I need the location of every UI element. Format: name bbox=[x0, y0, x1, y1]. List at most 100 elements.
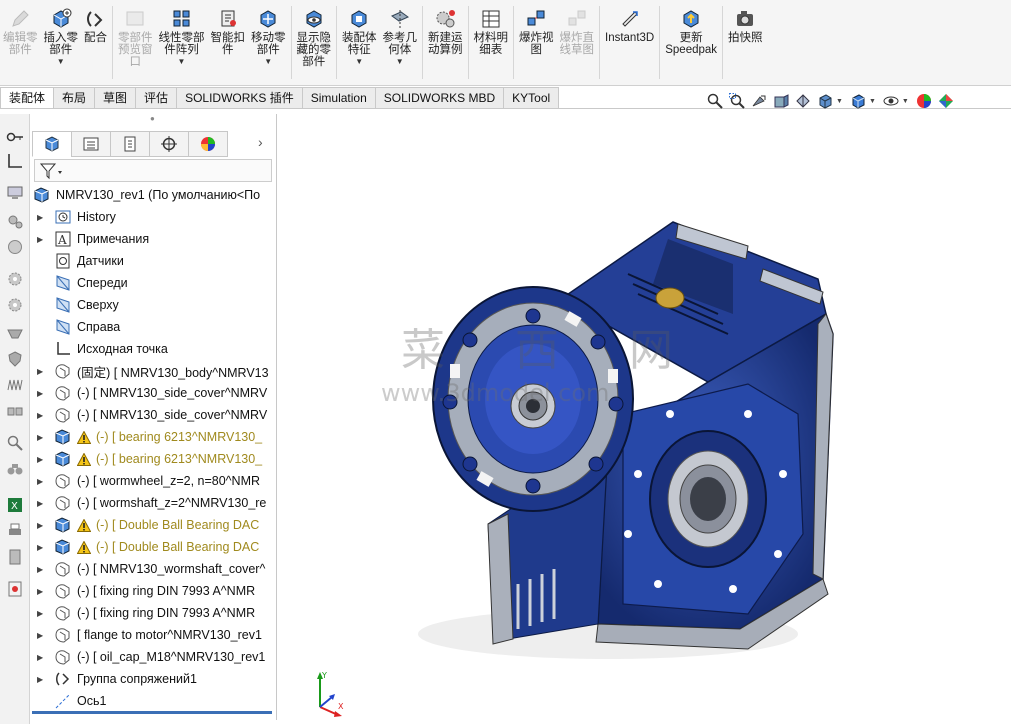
tree-item[interactable]: ▶ A Примечания bbox=[30, 228, 276, 250]
filter-icon[interactable] bbox=[39, 161, 65, 181]
chevron-down-icon[interactable]: ▼ bbox=[869, 98, 876, 105]
tree-item[interactable]: Датчики bbox=[30, 250, 276, 272]
edit-component-button[interactable]: 编辑零 部件 bbox=[0, 0, 41, 85]
tree-item[interactable]: ▶ History bbox=[30, 206, 276, 228]
tab-1[interactable]: 布局 bbox=[53, 87, 96, 108]
panel-grip[interactable]: ● bbox=[150, 114, 155, 123]
section-view-icon[interactable] bbox=[772, 92, 790, 110]
tree-item[interactable]: Ось1 bbox=[30, 690, 276, 712]
expand-arrow-icon[interactable]: ▶ bbox=[37, 477, 47, 486]
gears-icon[interactable] bbox=[6, 212, 24, 230]
tree-item[interactable]: ▶ (-) [ Double Ball Bearing DAC bbox=[30, 514, 276, 536]
expand-arrow-icon[interactable]: ▶ bbox=[37, 609, 47, 618]
tree-item[interactable]: ▶ (-) [ NMRV130_side_cover^NMRV bbox=[30, 382, 276, 404]
new-motion-study-button[interactable]: 新建运 动算例 bbox=[425, 0, 466, 85]
update-speedpak-button[interactable]: 更新 Speedpak bbox=[662, 0, 720, 85]
tree-item[interactable]: ▶ (-) [ wormshaft_z=2^NMRV130_re bbox=[30, 492, 276, 514]
chevron-down-icon[interactable]: ▼ bbox=[902, 98, 909, 105]
spring-icon[interactable] bbox=[6, 376, 24, 394]
tab-3[interactable]: 评估 bbox=[135, 87, 178, 108]
excel-icon[interactable]: X bbox=[6, 496, 24, 514]
zoom-to-fit-icon[interactable] bbox=[706, 92, 724, 110]
apply-scene-icon[interactable] bbox=[937, 92, 955, 110]
chevron-down-icon[interactable]: ▼ bbox=[396, 57, 404, 66]
tree-item[interactable]: ▶ (-) [ fixing ring DIN 7993 A^NMR bbox=[30, 580, 276, 602]
calculator-icon[interactable] bbox=[6, 548, 24, 566]
tree-root[interactable]: NMRV130_rev1 (По умолчанию<По bbox=[30, 184, 276, 206]
chevron-down-icon[interactable]: ▼ bbox=[355, 57, 363, 66]
tree-item[interactable]: Сверху bbox=[30, 294, 276, 316]
tab-7[interactable]: KYTool bbox=[503, 87, 560, 108]
tab-0[interactable]: 装配体 bbox=[0, 87, 55, 109]
tree-item[interactable]: Исходная точка bbox=[30, 338, 276, 360]
chevron-down-icon[interactable]: ▼ bbox=[836, 98, 843, 105]
display-style-icon[interactable] bbox=[849, 92, 867, 110]
instant3d-button[interactable]: Instant3D bbox=[602, 0, 657, 85]
key-icon[interactable] bbox=[6, 128, 24, 146]
tab-4[interactable]: SOLIDWORKS 插件 bbox=[176, 87, 303, 108]
graphics-area[interactable]: 菜 西 网 www.3dmodel.com Y X bbox=[278, 114, 1011, 724]
configuration-manager-tab[interactable] bbox=[110, 131, 150, 157]
edit-appearance-icon[interactable] bbox=[915, 92, 933, 110]
hide-show-items-icon[interactable] bbox=[882, 92, 900, 110]
tree-item[interactable]: ▶ (固定) [ NMRV130_body^NMRV13 bbox=[30, 360, 276, 382]
chevron-down-icon[interactable]: ▼ bbox=[264, 57, 272, 66]
reference-geometry-button[interactable]: 参考几 何体 ▼ bbox=[380, 0, 421, 85]
property-manager-tab[interactable] bbox=[71, 131, 111, 157]
binoculars-icon[interactable] bbox=[6, 460, 24, 478]
component-preview-button[interactable]: 零部件 预览窗 口 bbox=[115, 0, 156, 85]
feature-manager-tab[interactable] bbox=[32, 131, 72, 157]
zoom-to-area-icon[interactable] bbox=[728, 92, 746, 110]
expand-arrow-icon[interactable]: ▶ bbox=[37, 499, 47, 508]
ruler-icon[interactable] bbox=[6, 152, 24, 170]
tree-item[interactable]: ▶ (-) [ bearing 6213^NMRV130_ bbox=[30, 448, 276, 470]
bowl-icon[interactable] bbox=[6, 324, 24, 342]
expand-arrow-icon[interactable]: ▶ bbox=[37, 455, 47, 464]
previous-view-icon[interactable] bbox=[750, 92, 768, 110]
monitor-icon[interactable] bbox=[6, 184, 24, 202]
expand-arrow-icon[interactable]: ▶ bbox=[37, 389, 47, 398]
tree-item[interactable]: Справа bbox=[30, 316, 276, 338]
tree-item[interactable]: ▶ Группа сопряжений1 bbox=[30, 668, 276, 690]
reference-triad[interactable]: Y X bbox=[308, 669, 348, 719]
smart-fasteners-button[interactable]: 智能扣 件 bbox=[208, 0, 249, 85]
expand-arrow-icon[interactable]: ▶ bbox=[37, 433, 47, 442]
tree-item[interactable]: ▶ (-) [ Double Ball Bearing DAC bbox=[30, 536, 276, 558]
dimxpert-manager-tab[interactable] bbox=[149, 131, 189, 157]
expand-arrow-icon[interactable]: ▶ bbox=[37, 521, 47, 530]
globe-icon[interactable] bbox=[6, 238, 24, 256]
insert-component-button[interactable]: 插入零 部件 ▼ bbox=[41, 0, 82, 85]
tree-item[interactable]: Спереди bbox=[30, 272, 276, 294]
move-component-button[interactable]: 移动零 部件 ▼ bbox=[248, 0, 289, 85]
report-icon[interactable] bbox=[6, 580, 24, 598]
tree-item[interactable]: ▶ (-) [ NMRV130_side_cover^NMRV bbox=[30, 404, 276, 426]
tree-item[interactable]: ▶ (-) [ bearing 6213^NMRV130_ bbox=[30, 426, 276, 448]
search-icon[interactable] bbox=[6, 434, 24, 452]
mate-button[interactable]: 配合 bbox=[81, 0, 110, 85]
chevron-right-icon[interactable]: › bbox=[258, 134, 263, 150]
expand-arrow-icon[interactable]: ▶ bbox=[37, 653, 47, 662]
tree-item[interactable]: ▶ [ flange to motor^NMRV130_rev1 bbox=[30, 624, 276, 646]
gearbox-model[interactable] bbox=[278, 114, 1011, 724]
tree-filter[interactable] bbox=[34, 159, 272, 182]
tree-item[interactable]: ▶ (-) [ fixing ring DIN 7993 A^NMR bbox=[30, 602, 276, 624]
view-orientation-icon[interactable] bbox=[816, 92, 834, 110]
bill-of-materials-button[interactable]: 材料明 细表 bbox=[471, 0, 512, 85]
chevron-down-icon[interactable]: ▼ bbox=[57, 57, 65, 66]
linear-pattern-button[interactable]: 线性零部 件阵列 ▼ bbox=[156, 0, 208, 85]
tab-6[interactable]: SOLIDWORKS MBD bbox=[374, 87, 505, 108]
printer-icon[interactable] bbox=[6, 522, 24, 540]
assembly-features-button[interactable]: 装配体 特征 ▼ bbox=[339, 0, 380, 85]
expand-arrow-icon[interactable]: ▶ bbox=[37, 411, 47, 420]
expand-arrow-icon[interactable]: ▶ bbox=[37, 367, 47, 376]
tree-item[interactable]: ▶ (-) [ wormwheel_z=2, n=80^NMR bbox=[30, 470, 276, 492]
expand-arrow-icon[interactable]: ▶ bbox=[37, 565, 47, 574]
shield-icon[interactable] bbox=[6, 350, 24, 368]
coupling-icon[interactable] bbox=[6, 402, 24, 420]
expand-arrow-icon[interactable]: ▶ bbox=[37, 543, 47, 552]
display-manager-tab[interactable] bbox=[188, 131, 228, 157]
snapshot-button[interactable]: 拍快照 bbox=[725, 0, 766, 85]
cog-icon[interactable] bbox=[6, 296, 24, 314]
expand-arrow-icon[interactable]: ▶ bbox=[37, 675, 47, 684]
exploded-view-button[interactable]: 爆炸视 图 bbox=[516, 0, 557, 85]
